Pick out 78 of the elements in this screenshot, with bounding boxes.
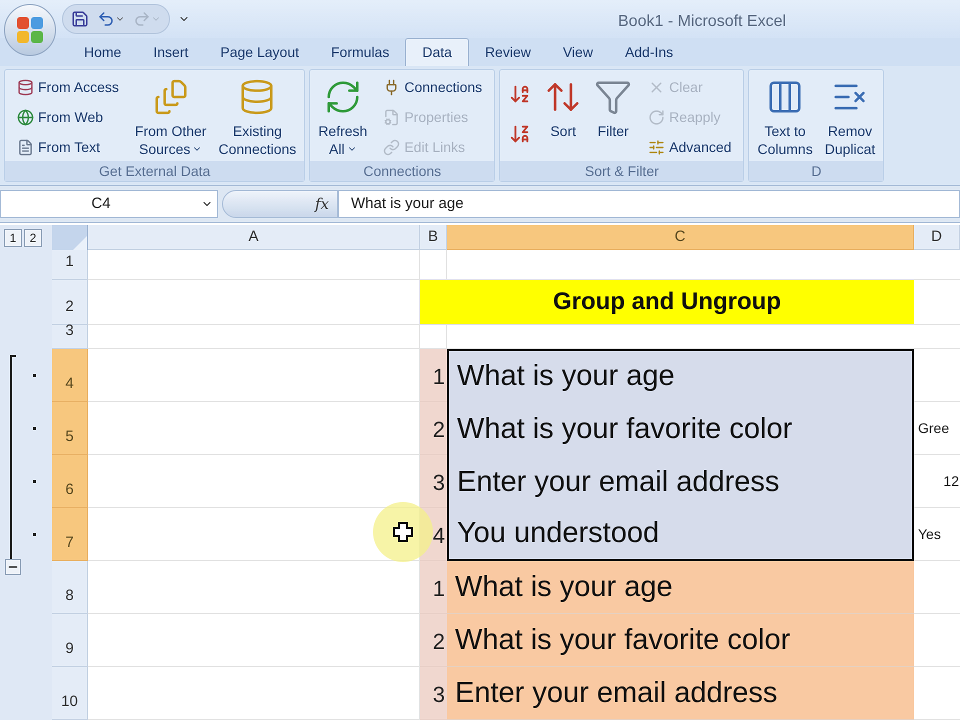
ribbon-tab[interactable]: Review xyxy=(468,38,547,66)
ribbon-tab[interactable]: View xyxy=(546,38,609,66)
column-header[interactable]: A xyxy=(88,225,420,250)
database-icon xyxy=(17,79,34,96)
question-cell: What is your age xyxy=(447,561,914,614)
group-label: Get External Data xyxy=(5,161,304,182)
ribbon-large-button[interactable]: Text to Columns xyxy=(753,74,817,158)
title-cell: Group and Ungroup xyxy=(420,280,914,325)
column-header[interactable]: C xyxy=(447,225,914,250)
ribbon-tab[interactable]: Home xyxy=(68,38,138,66)
group-label: Sort & Filter xyxy=(500,161,744,182)
column-header[interactable]: B xyxy=(420,225,447,250)
outline-level-button[interactable]: 1 xyxy=(4,228,22,246)
name-box[interactable]: C4 xyxy=(0,190,218,218)
ribbon-large-button[interactable]: Sort xyxy=(540,74,586,140)
row-header[interactable]: 1 xyxy=(52,250,88,280)
window-title: Book1 - Microsoft Excel xyxy=(618,12,786,32)
question-cell: Enter your email address xyxy=(447,455,914,508)
link-icon xyxy=(383,139,400,156)
ribbon-large-button[interactable]: Refresh All xyxy=(314,74,372,158)
number-cell: 1 xyxy=(420,561,447,614)
number-cell: 1 xyxy=(420,349,447,402)
group-label: D xyxy=(749,161,884,182)
corner-triangle-icon xyxy=(73,236,87,250)
ribbon-large-button[interactable]: Filter xyxy=(590,74,636,140)
office-logo-icon xyxy=(15,15,45,45)
collapse-group-button[interactable] xyxy=(5,559,21,575)
save-icon xyxy=(71,10,89,28)
save-button[interactable] xyxy=(71,10,89,28)
formula-field[interactable]: What is your age xyxy=(338,190,960,218)
undo-button[interactable] xyxy=(97,10,125,28)
row-header[interactable]: 6 xyxy=(52,455,88,508)
row-header[interactable]: 7 xyxy=(52,508,88,561)
number-cell: 2 xyxy=(420,614,447,667)
document-settings-icon xyxy=(383,109,400,126)
ribbon-tab[interactable]: Add-Ins xyxy=(608,38,690,66)
insert-function-button[interactable]: fx xyxy=(314,192,329,216)
outline-bracket-icon xyxy=(9,355,17,559)
row-header[interactable]: 9 xyxy=(52,614,88,667)
office-button[interactable] xyxy=(4,4,56,56)
number-cell: 2 xyxy=(420,402,447,455)
globe-icon xyxy=(17,109,34,126)
number-cell: 3 xyxy=(420,667,447,720)
number-cell: 3 xyxy=(420,455,447,508)
row-header[interactable]: 8 xyxy=(52,561,88,614)
undo-icon xyxy=(97,10,115,28)
column-header[interactable]: D xyxy=(914,225,960,250)
question-cell: What is your favorite color xyxy=(447,402,914,455)
sort-descending-icon xyxy=(509,123,532,146)
ribbon-tab[interactable]: Insert xyxy=(137,38,204,66)
question-cell: What is your favorite color xyxy=(447,614,914,667)
outline-level-button[interactable]: 2 xyxy=(24,228,42,246)
question-cell: What is your age xyxy=(447,349,914,402)
reapply-icon xyxy=(648,109,666,126)
question-cell: Enter your email address xyxy=(447,667,914,720)
ribbon-large-button[interactable]: Remov Duplicat xyxy=(820,74,880,158)
document-icon xyxy=(17,139,34,156)
row-header[interactable]: 2 xyxy=(52,280,88,325)
question-cell: You understood xyxy=(447,508,914,561)
ribbon-tab[interactable]: Page Layout xyxy=(204,38,315,66)
ribbon-button[interactable]: From Text xyxy=(13,134,123,162)
sort-ascending-icon xyxy=(509,83,532,106)
cursor-highlight-icon xyxy=(372,501,434,563)
row-header[interactable]: 4 xyxy=(52,349,88,402)
ribbon-button[interactable]: From Web xyxy=(13,104,123,132)
ribbon-button[interactable]: From Access xyxy=(13,74,123,102)
ribbon-tab[interactable]: Formulas xyxy=(315,38,406,66)
row-header[interactable]: 10 xyxy=(52,667,88,720)
ribbon-button[interactable]: Advanced xyxy=(644,134,736,162)
row-header[interactable]: 5 xyxy=(52,402,88,455)
ribbon-large-button[interactable]: Existing Connections xyxy=(214,74,300,158)
ribbon-tab[interactable]: Data xyxy=(405,38,469,66)
ribbon-large-button[interactable]: From Other Sources xyxy=(130,74,210,158)
advanced-filter-icon xyxy=(648,139,666,156)
group-label: Connections xyxy=(310,161,494,182)
row-header[interactable]: 3 xyxy=(52,325,88,349)
ribbon-button[interactable]: Connections xyxy=(379,74,486,102)
redo-icon xyxy=(133,10,151,28)
